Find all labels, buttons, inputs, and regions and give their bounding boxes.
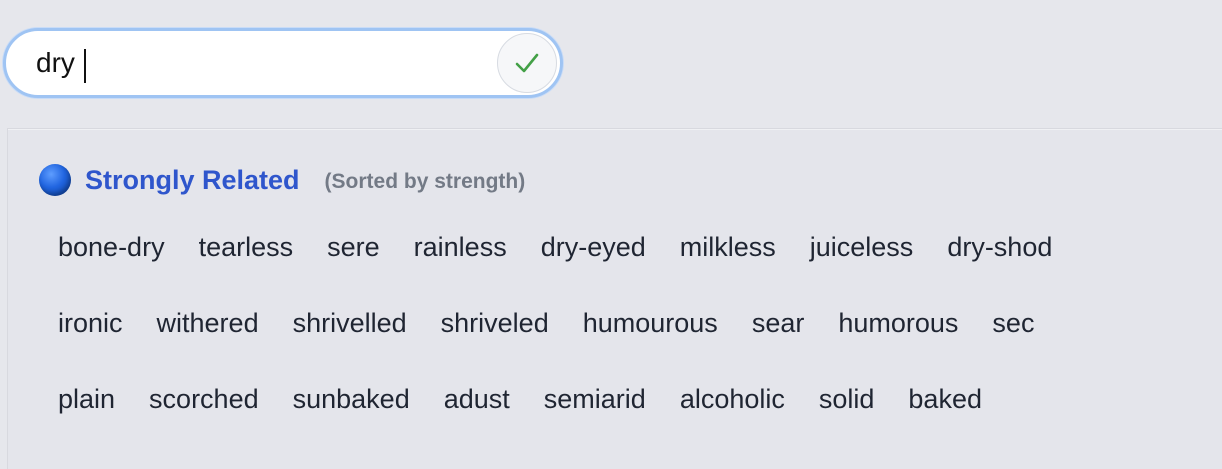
word-chip[interactable]: shriveled <box>424 303 566 343</box>
word-chip[interactable]: milkless <box>663 227 793 267</box>
word-chip[interactable]: alcoholic <box>663 379 802 419</box>
word-row-2: ironic withered shrivelled shriveled hum… <box>41 303 1051 343</box>
word-chip[interactable]: sec <box>975 303 1051 343</box>
word-chip[interactable]: ironic <box>41 303 140 343</box>
text-caret <box>84 49 86 83</box>
word-chip[interactable]: bone-dry <box>41 227 182 267</box>
section-subtitle: (Sorted by strength) <box>324 169 526 193</box>
results-panel: Strongly Related (Sorted by strength) bo… <box>7 128 1222 469</box>
blue-circle-icon <box>39 164 71 196</box>
word-chip[interactable]: sunbaked <box>276 379 427 419</box>
word-chip[interactable]: semiarid <box>527 379 663 419</box>
confirm-button[interactable] <box>497 33 557 93</box>
word-chip[interactable]: withered <box>140 303 276 343</box>
word-chip[interactable]: rainless <box>397 227 524 267</box>
word-chip[interactable]: dry-eyed <box>524 227 663 267</box>
word-chip[interactable]: sere <box>310 227 397 267</box>
word-chip[interactable]: scorched <box>132 379 276 419</box>
search-input[interactable] <box>36 45 476 81</box>
word-chip[interactable]: adust <box>427 379 527 419</box>
section-heading: Strongly Related (Sorted by strength) <box>39 164 525 196</box>
word-chip[interactable]: shrivelled <box>276 303 424 343</box>
word-chip[interactable]: humourous <box>566 303 735 343</box>
checkmark-icon <box>515 53 539 73</box>
word-chip[interactable]: solid <box>802 379 892 419</box>
word-chip[interactable]: dry-shod <box>930 227 1069 267</box>
word-chip[interactable]: tearless <box>182 227 311 267</box>
word-chip[interactable]: juiceless <box>793 227 931 267</box>
word-row-1: bone-dry tearless sere rainless dry-eyed… <box>41 227 1069 267</box>
word-chip[interactable]: baked <box>891 379 999 419</box>
word-chip[interactable]: humorous <box>821 303 975 343</box>
word-chip[interactable]: sear <box>735 303 822 343</box>
section-title: Strongly Related <box>85 164 300 195</box>
search-box[interactable] <box>3 28 563 98</box>
word-row-3: plain scorched sunbaked adust semiarid a… <box>41 379 999 419</box>
word-chip[interactable]: plain <box>41 379 132 419</box>
